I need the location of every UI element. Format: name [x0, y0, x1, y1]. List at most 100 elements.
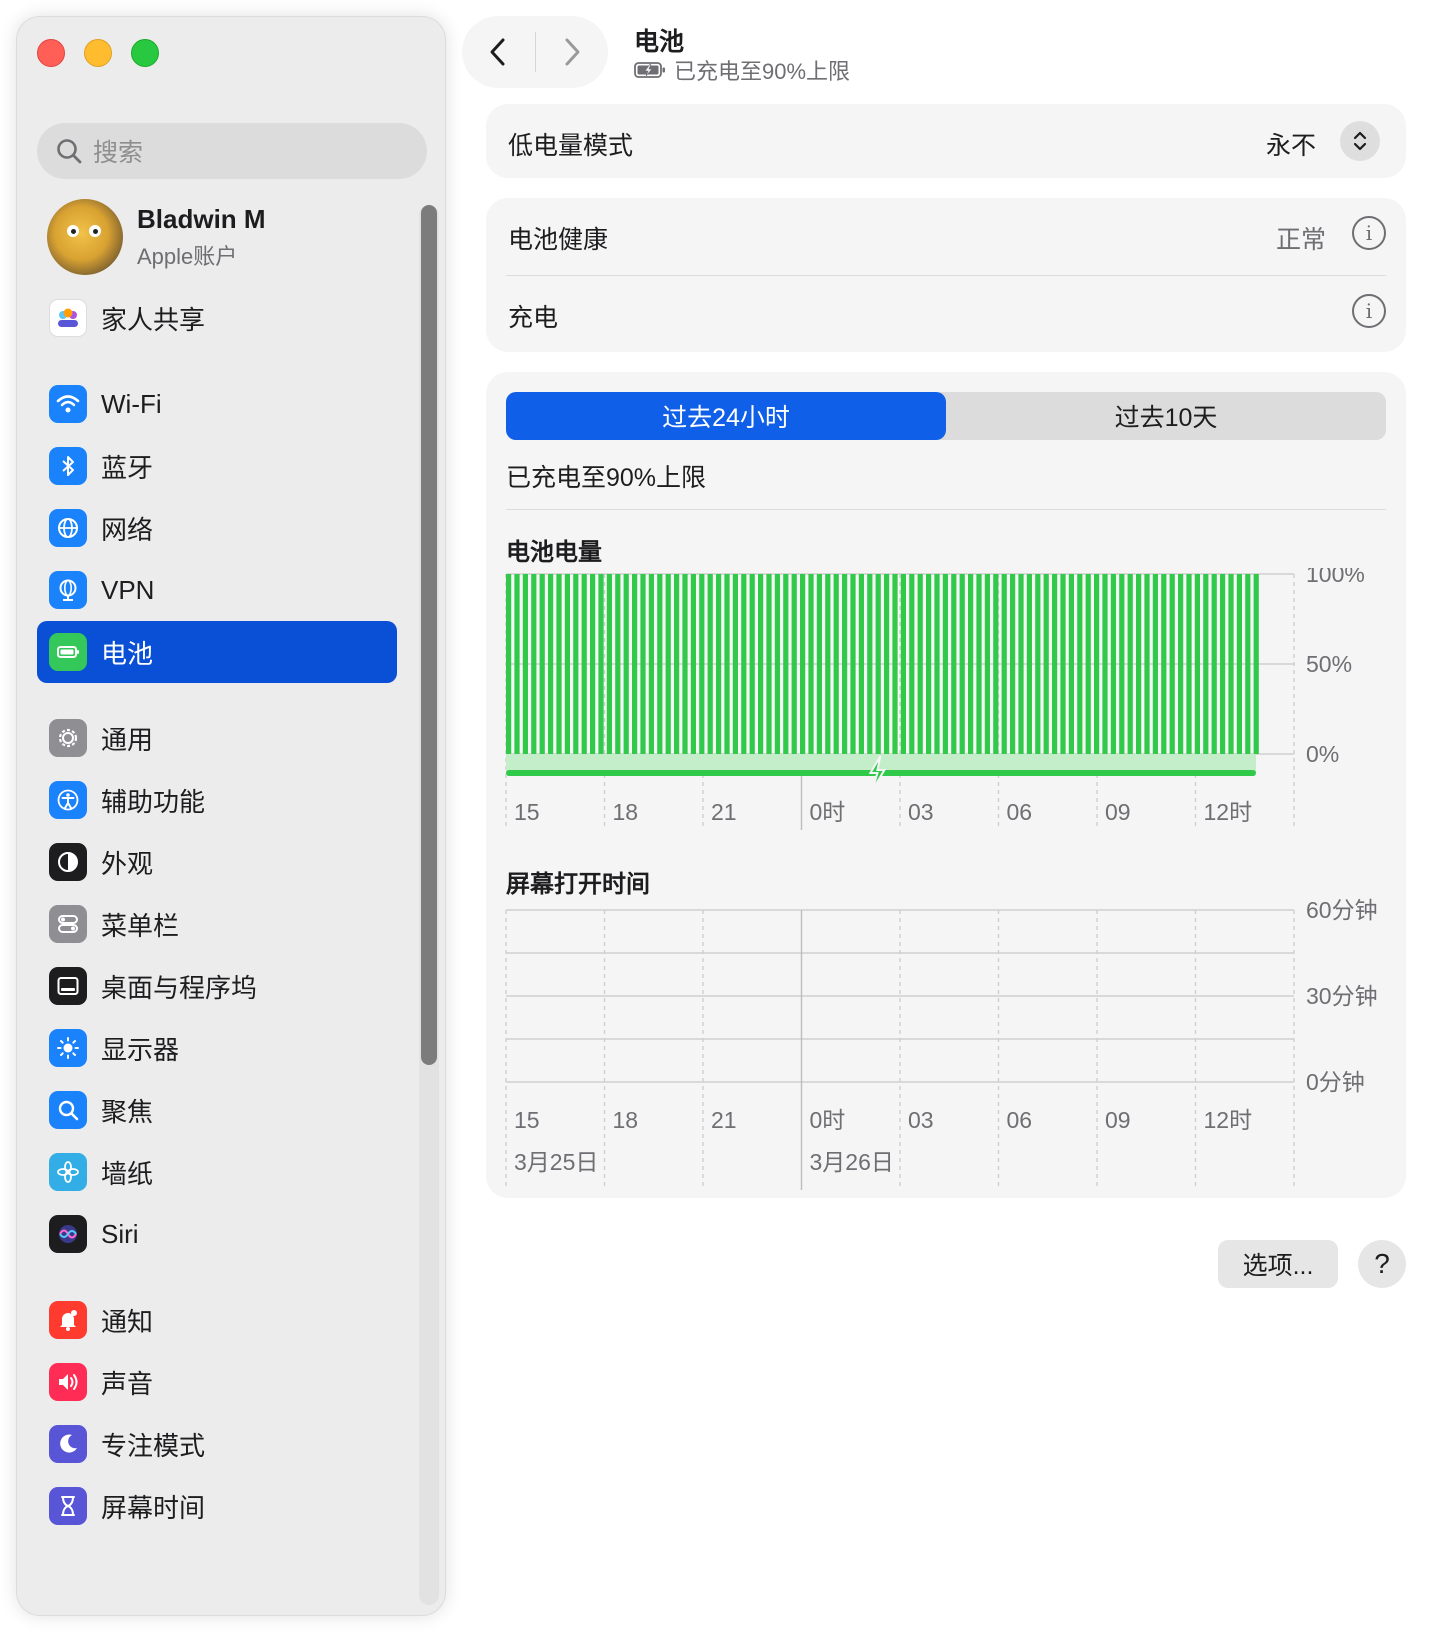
options-button[interactable]: 选项... — [1218, 1240, 1338, 1288]
spotlight-icon — [49, 1091, 87, 1129]
battery-level-bar — [657, 574, 663, 754]
battery-level-bar — [640, 574, 646, 754]
page-subtitle: 已充电至90%上限 — [634, 54, 850, 86]
battery-level-bar — [1026, 574, 1033, 754]
x-tick-label: 09 — [1105, 1107, 1131, 1133]
battery-level-bar — [1152, 574, 1159, 754]
sidebar-item-screentime[interactable]: 屏幕时间 — [37, 1475, 397, 1537]
sidebar-item-label: 屏幕时间 — [101, 1492, 206, 1523]
sidebar-item-menubar[interactable]: 菜单栏 — [37, 893, 397, 955]
sidebar-item-wallpaper[interactable]: 墙纸 — [37, 1141, 397, 1203]
battery-level-bar — [1010, 574, 1016, 754]
sidebar-scrollbar[interactable] — [419, 205, 439, 1605]
battery-level-bar — [791, 574, 797, 754]
menubar-icon — [49, 905, 87, 943]
sidebar-item-spotlight[interactable]: 聚焦 — [37, 1079, 397, 1141]
sidebar-item-label: 通知 — [101, 1306, 154, 1337]
screentime-icon — [49, 1487, 87, 1525]
sidebar-item-wifi[interactable]: Wi-Fi — [37, 373, 397, 435]
battery-level-bar — [1194, 574, 1201, 754]
sidebar-item-focus[interactable]: 专注模式 — [37, 1413, 397, 1475]
sidebar-item-dock[interactable]: 桌面与程序坞 — [37, 955, 397, 1017]
y-tick-label: 30分钟 — [1306, 983, 1378, 1009]
battery-level-bar — [976, 574, 982, 754]
battery-level-bar — [1094, 574, 1100, 754]
battery-level-bar — [581, 574, 587, 754]
battery-level-bar — [1211, 574, 1217, 754]
battery-level-bar — [1220, 574, 1226, 754]
battery-level-bar — [926, 574, 932, 754]
date-label: 3月26日 — [810, 1149, 894, 1175]
battery-level-bar — [716, 574, 722, 754]
apple-account[interactable]: Bladwin M Apple账户 — [47, 199, 266, 275]
back-button[interactable] — [462, 16, 535, 88]
battery-health-info-icon[interactable]: i — [1352, 216, 1386, 250]
avatar — [47, 199, 123, 275]
x-tick-label: 21 — [711, 1107, 737, 1133]
wifi-icon — [49, 385, 87, 423]
battery-level-bar — [632, 574, 638, 754]
battery-icon — [49, 633, 87, 671]
sidebar-item-display[interactable]: 显示器 — [37, 1017, 397, 1079]
search-field[interactable]: 搜索 — [37, 123, 427, 179]
battery-level-bar — [573, 574, 579, 754]
sidebar-item-notifications[interactable]: 通知 — [37, 1289, 397, 1351]
battery-level-bar — [1102, 574, 1108, 754]
y-tick-label: 0分钟 — [1306, 1069, 1365, 1095]
battery-level-bar — [724, 574, 730, 754]
battery-level-bar — [1035, 574, 1041, 754]
x-tick-label: 12时 — [1204, 799, 1253, 825]
x-tick-label: 03 — [908, 1107, 934, 1133]
x-tick-label: 18 — [613, 799, 639, 825]
dock-icon — [49, 967, 87, 1005]
battery-level-bar — [758, 574, 764, 754]
low-power-value[interactable]: 永不 — [1266, 126, 1316, 162]
sidebar-item-label: 墙纸 — [101, 1158, 154, 1189]
scrollbar-thumb[interactable] — [421, 205, 437, 1065]
battery-level-bar — [900, 574, 907, 754]
sidebar-item-bluetooth[interactable]: 蓝牙 — [37, 435, 397, 497]
battery-level-bar — [1060, 574, 1066, 754]
display-icon — [49, 1029, 87, 1067]
sidebar-item-appearance[interactable]: 外观 — [37, 831, 397, 893]
family-icon — [49, 299, 87, 337]
battery-level-bar — [867, 574, 873, 754]
forward-button[interactable] — [536, 16, 609, 88]
tab-last-24-hours[interactable]: 过去24小时 — [506, 392, 946, 440]
y-tick-label: 100% — [1306, 568, 1365, 587]
battery-level-bar — [1203, 574, 1209, 754]
navigation-buttons — [462, 16, 608, 88]
help-button[interactable]: ? — [1358, 1240, 1406, 1288]
sidebar-item-vpn[interactable]: VPN — [37, 559, 397, 621]
battery-level-bar — [1178, 574, 1184, 754]
battery-level-bar — [917, 574, 923, 754]
tab-last-10-days[interactable]: 过去10天 — [946, 392, 1386, 440]
battery-level-bar — [766, 574, 772, 754]
battery-level-chart-title: 电池电量 — [506, 539, 602, 566]
account-subtitle: Apple账户 — [137, 243, 238, 269]
charging-label: 充电 — [508, 304, 559, 332]
sidebar-item-battery[interactable]: 电池 — [37, 621, 397, 683]
sidebar-item-general[interactable]: 通用 — [37, 707, 397, 769]
time-range-segmented-control: 过去24小时 过去10天 — [506, 392, 1386, 440]
battery-level-bar — [1236, 574, 1243, 754]
sidebar-item-sound[interactable]: 声音 — [37, 1351, 397, 1413]
battery-level-bar — [1077, 574, 1083, 754]
close-window-button[interactable] — [37, 39, 65, 67]
battery-level-bar — [1018, 574, 1024, 754]
sidebar-item-label: 外观 — [101, 848, 154, 879]
chevron-updown-icon — [1353, 131, 1367, 151]
battery-health-label: 电池健康 — [508, 226, 609, 254]
battery-level-bar — [548, 574, 554, 754]
battery-level-bar — [590, 574, 596, 754]
sidebar-item-accessibility[interactable]: 辅助功能 — [37, 769, 397, 831]
low-power-popup-button[interactable] — [1340, 121, 1380, 161]
battery-level-bar — [606, 574, 613, 754]
battery-level-bar — [506, 574, 512, 754]
charging-info-icon[interactable]: i — [1352, 294, 1386, 328]
minimize-window-button[interactable] — [84, 39, 112, 67]
sidebar-item-family[interactable]: 家人共享 — [37, 287, 397, 349]
sidebar-item-network[interactable]: 网络 — [37, 497, 397, 559]
sidebar-item-siri[interactable]: Siri — [37, 1203, 397, 1265]
zoom-window-button[interactable] — [131, 39, 159, 67]
